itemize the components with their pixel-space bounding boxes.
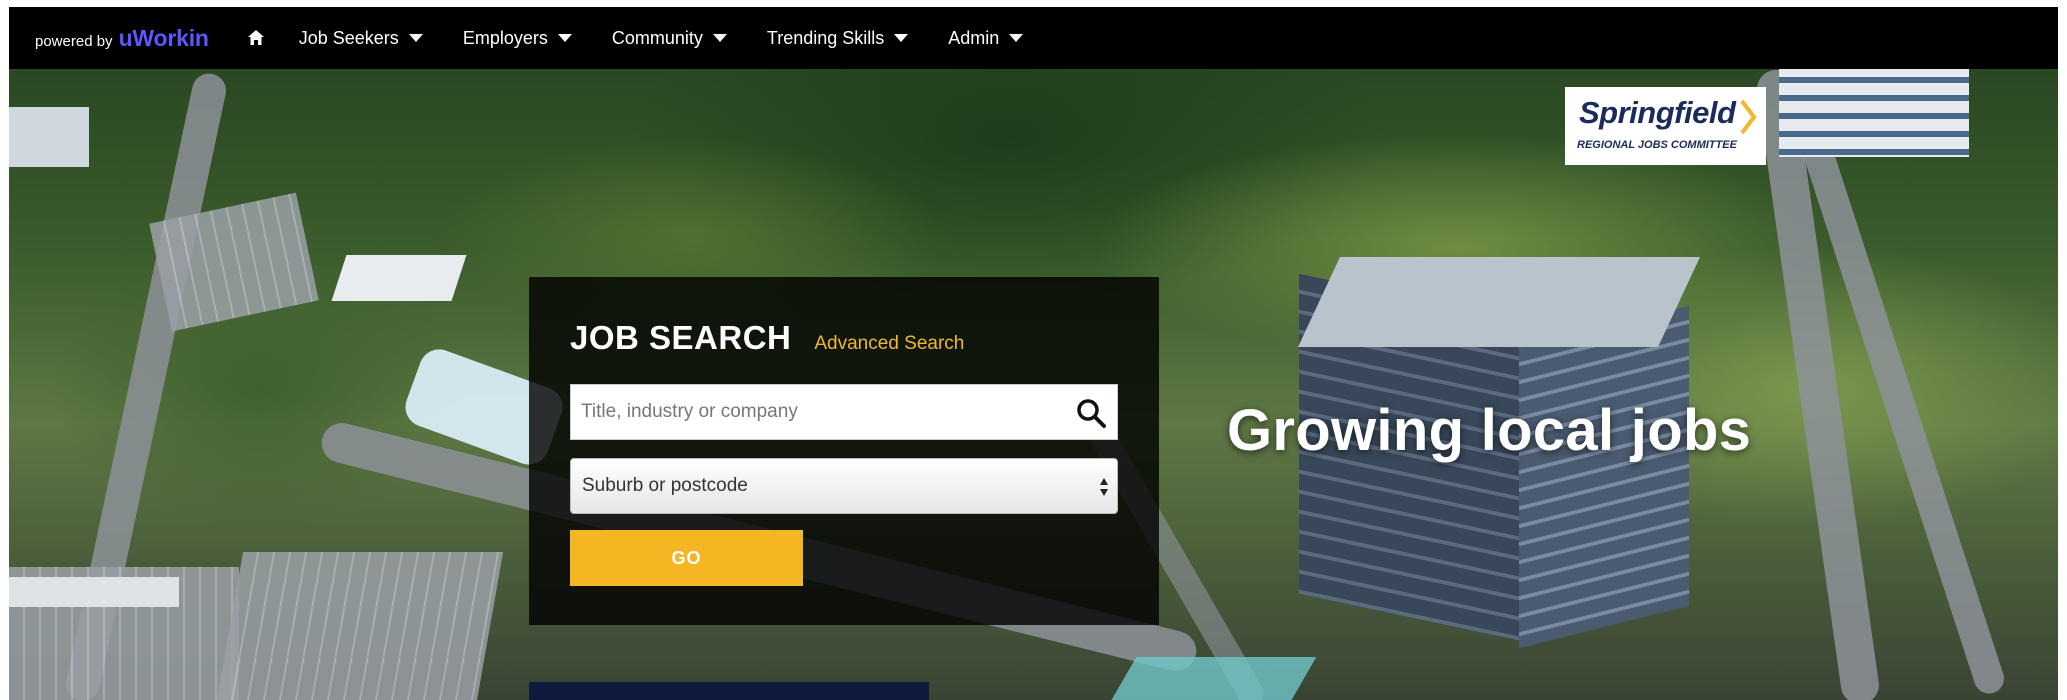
job-search-title: JOB SEARCH xyxy=(570,319,792,356)
caret-down-icon xyxy=(1009,34,1024,42)
brand-logo[interactable]: powered by uWorkin xyxy=(35,25,209,52)
keyword-field xyxy=(570,384,1118,440)
powered-by-label: powered by xyxy=(35,32,113,50)
nav-job-seekers-label: Job Seekers xyxy=(298,27,399,48)
job-search-header: JOB SEARCH Advanced Search xyxy=(570,319,964,357)
nav-community[interactable]: Community xyxy=(612,28,727,49)
nav-admin[interactable]: Admin xyxy=(948,27,1024,49)
location-select-value: Suburb or postcode xyxy=(582,475,748,496)
nav-job-seekers[interactable]: Job Seekers xyxy=(299,28,423,49)
bottom-banner xyxy=(529,682,929,700)
caret-down-icon xyxy=(712,34,727,42)
hero-frame: powered by uWorkin Job Seekers Employers… xyxy=(9,7,2058,700)
nav-trending-skills[interactable]: Trending Skills xyxy=(766,27,909,49)
caret-down-icon xyxy=(894,34,909,42)
uworkin-logo: uWorkin xyxy=(118,24,209,51)
job-search-panel: JOB SEARCH Advanced Search Suburb or pos… xyxy=(529,277,1159,625)
chevron-right-icon xyxy=(1740,99,1757,135)
home-icon[interactable] xyxy=(247,29,265,47)
caret-down-icon xyxy=(557,34,572,42)
nav-trending-skills-label: Trending Skills xyxy=(766,27,885,48)
top-navbar: powered by uWorkin Job Seekers Employers… xyxy=(9,7,2058,69)
hero-tagline: Growing local jobs xyxy=(1227,398,1752,463)
nav-employers[interactable]: Employers xyxy=(463,28,572,49)
search-icon[interactable] xyxy=(1075,397,1107,429)
springfield-partner-logo[interactable]: Springfield REGIONAL JOBS COMMITTEE xyxy=(1565,87,1766,165)
advanced-search-link[interactable]: Advanced Search xyxy=(814,333,964,355)
caret-down-icon xyxy=(408,34,423,42)
partner-name: Springfield xyxy=(1579,95,1736,130)
location-select[interactable]: Suburb or postcode xyxy=(570,458,1118,514)
go-button[interactable]: GO xyxy=(570,530,803,586)
nav-employers-label: Employers xyxy=(462,27,548,48)
nav-admin-label: Admin xyxy=(948,27,1000,48)
select-arrows-icon xyxy=(1100,478,1108,496)
keyword-input[interactable] xyxy=(571,385,1117,439)
nav-community-label: Community xyxy=(611,27,703,48)
partner-subtitle: REGIONAL JOBS COMMITTEE xyxy=(1577,139,1737,151)
